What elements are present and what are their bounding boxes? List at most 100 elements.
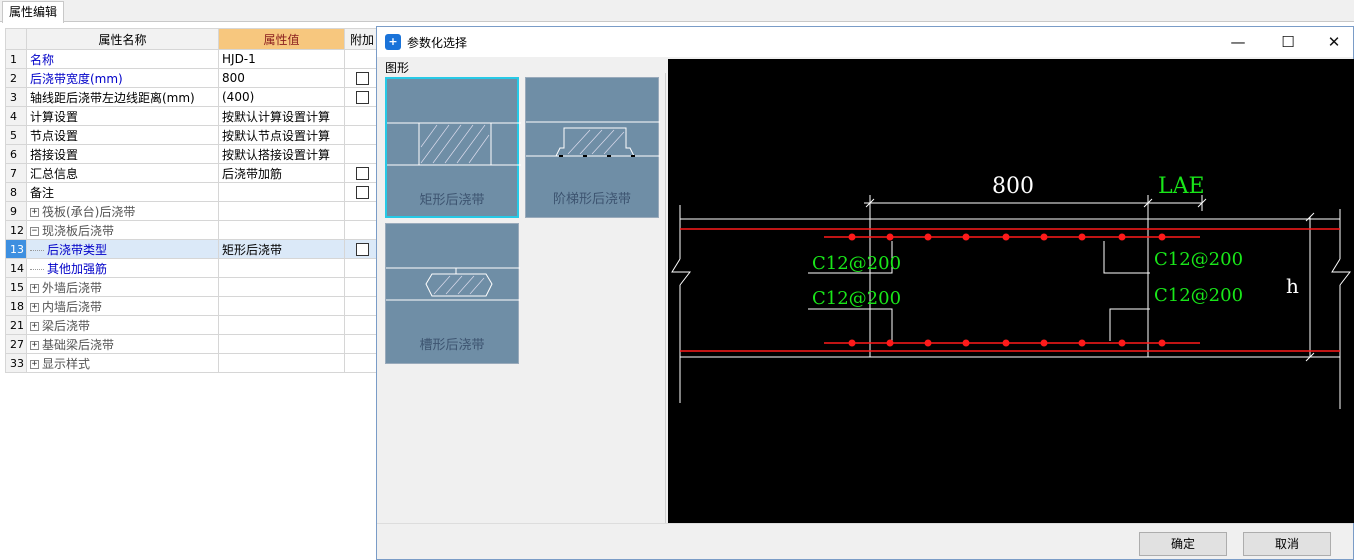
property-name-cell[interactable]: 其他加强筋 (26, 258, 219, 278)
header-name[interactable]: 属性名称 (26, 28, 219, 50)
property-value-cell[interactable]: 后浇带加筋 (218, 163, 345, 183)
maximize-button[interactable]: ☐ (1265, 27, 1311, 57)
lap-label: LAE (1158, 174, 1205, 199)
minimize-button[interactable]: — (1215, 27, 1261, 57)
table-row[interactable]: 13 后浇带类型 矩形后浇带 (5, 239, 380, 259)
property-name-cell[interactable]: 汇总信息 (26, 163, 219, 183)
property-name-cell[interactable]: 搭接设置 (26, 144, 219, 164)
header-value[interactable]: 属性值 (218, 28, 345, 50)
table-row[interactable]: 3 轴线距后浇带左边线距离(mm) (400) (5, 87, 380, 107)
extra-cell (344, 201, 380, 221)
collapse-icon[interactable]: − (30, 226, 39, 236)
extra-checkbox[interactable] (355, 72, 369, 85)
expand-icon[interactable]: + (30, 302, 39, 312)
extra-cell (344, 220, 380, 240)
table-row[interactable]: 21 + 梁后浇带 (5, 315, 380, 335)
extra-cell[interactable] (344, 163, 380, 183)
extra-checkbox[interactable] (355, 167, 369, 180)
rebar-dot (1118, 233, 1126, 241)
rebar-bottom-left: C12@200 (812, 288, 901, 309)
expand-icon[interactable]: + (30, 207, 39, 217)
property-name-cell[interactable]: + 显示样式 (26, 353, 219, 373)
property-name-cell[interactable]: + 梁后浇带 (26, 315, 219, 335)
extra-cell[interactable] (344, 87, 380, 107)
property-value-cell[interactable] (218, 182, 345, 202)
property-value-cell[interactable] (218, 353, 345, 373)
property-name: 轴线距后浇带左边线距离(mm) (30, 90, 195, 105)
property-name-cell[interactable]: + 内墙后浇带 (26, 296, 219, 316)
property-name-cell[interactable]: + 基础梁后浇带 (26, 334, 219, 354)
property-name-cell[interactable]: 计算设置 (26, 106, 219, 126)
table-row[interactable]: 33 + 显示样式 (5, 353, 380, 373)
rebar-dot (1118, 339, 1126, 347)
property-value-cell[interactable] (218, 315, 345, 335)
expand-icon[interactable]: + (30, 321, 39, 331)
extra-checkbox[interactable] (355, 186, 369, 199)
property-value-cell[interactable] (218, 258, 345, 278)
expand-icon[interactable]: + (30, 359, 39, 369)
property-name-cell[interactable]: 后浇带宽度(mm) (26, 68, 219, 88)
row-number: 4 (5, 106, 27, 126)
tree-connector-icon (30, 249, 44, 251)
expand-icon[interactable]: + (30, 283, 39, 293)
extra-cell[interactable] (344, 239, 380, 259)
property-name-cell[interactable]: + 外墙后浇带 (26, 277, 219, 297)
property-value-cell[interactable]: 矩形后浇带 (218, 239, 345, 259)
rebar-top-left: C12@200 (812, 253, 901, 274)
property-value-cell[interactable]: 按默认计算设置计算 (218, 106, 345, 126)
close-button[interactable]: ✕ (1311, 27, 1354, 57)
property-name: 筏板(承台)后浇带 (42, 204, 136, 219)
property-value-cell[interactable] (218, 334, 345, 354)
expand-icon[interactable]: + (30, 340, 39, 350)
property-name-cell[interactable]: 备注 (26, 182, 219, 202)
table-row[interactable]: 6 搭接设置 按默认搭接设置计算 (5, 144, 380, 164)
table-row[interactable]: 1 名称 HJD-1 (5, 49, 380, 69)
table-row[interactable]: 7 汇总信息 后浇带加筋 (5, 163, 380, 183)
property-value-cell[interactable] (218, 201, 345, 221)
table-row[interactable]: 18 + 内墙后浇带 (5, 296, 380, 316)
table-row[interactable]: 12− 现浇板后浇带 (5, 220, 380, 240)
extra-cell (344, 315, 380, 335)
cancel-button[interactable]: 取消 (1243, 532, 1331, 556)
table-row[interactable]: 9 + 筏板(承台)后浇带 (5, 201, 380, 221)
shape-tile-rect[interactable]: 矩形后浇带 (385, 77, 521, 218)
dialog-titlebar[interactable]: + 参数化选择 — ☐ ✕ (377, 27, 1353, 57)
header-extra[interactable]: 附加 (344, 28, 380, 50)
property-name-cell[interactable]: 后浇带类型 (26, 239, 219, 259)
shape-tile-stepped[interactable]: 阶梯形后浇带 (525, 77, 660, 218)
table-row[interactable]: 27 + 基础梁后浇带 (5, 334, 380, 354)
property-value-cell[interactable]: 按默认搭接设置计算 (218, 144, 345, 164)
dialog-buttonbar: 确定 取消 (377, 523, 1353, 559)
rebar-dot (1158, 233, 1166, 241)
property-name: 后浇带宽度(mm) (30, 71, 123, 86)
extra-checkbox[interactable] (355, 243, 369, 256)
table-row[interactable]: 14 其他加强筋 (5, 258, 380, 278)
property-name-cell[interactable]: 节点设置 (26, 125, 219, 145)
property-value-cell[interactable] (218, 296, 345, 316)
rebar-dot (848, 339, 856, 347)
property-name-cell[interactable]: + 筏板(承台)后浇带 (26, 201, 219, 221)
property-value-cell[interactable]: 按默认节点设置计算 (218, 125, 345, 145)
ok-button[interactable]: 确定 (1139, 532, 1227, 556)
property-value-cell[interactable]: (400) (218, 87, 345, 107)
shape-tile-groove[interactable]: 槽形后浇带 (385, 223, 520, 364)
parametric-select-dialog: + 参数化选择 — ☐ ✕ 图形 矩形后浇带 阶梯形后浇带 槽形后浇带 800 … (376, 26, 1354, 560)
extra-cell[interactable] (344, 68, 380, 88)
table-row[interactable]: 15 + 外墙后浇带 (5, 277, 380, 297)
property-name-cell[interactable]: 名称 (26, 49, 219, 69)
property-value-cell[interactable]: HJD-1 (218, 49, 345, 69)
extra-checkbox[interactable] (355, 91, 369, 104)
table-row[interactable]: 5 节点设置 按默认节点设置计算 (5, 125, 380, 145)
table-row[interactable]: 4 计算设置 按默认计算设置计算 (5, 106, 380, 126)
tab-property-edit[interactable]: 属性编辑 (2, 1, 65, 23)
property-value-cell[interactable]: 800 (218, 68, 345, 88)
table-row[interactable]: 8 备注 (5, 182, 380, 202)
property-name-cell[interactable]: − 现浇板后浇带 (26, 220, 219, 240)
property-value-cell[interactable] (218, 277, 345, 297)
extra-cell[interactable] (344, 182, 380, 202)
table-row[interactable]: 2 后浇带宽度(mm) 800 (5, 68, 380, 88)
section-drawing: 800 LAE h C12@200 C12@200 C12@200 C12@20… (671, 174, 1352, 409)
rebar-dot (848, 233, 856, 241)
property-name-cell[interactable]: 轴线距后浇带左边线距离(mm) (26, 87, 219, 107)
property-value-cell[interactable] (218, 220, 345, 240)
